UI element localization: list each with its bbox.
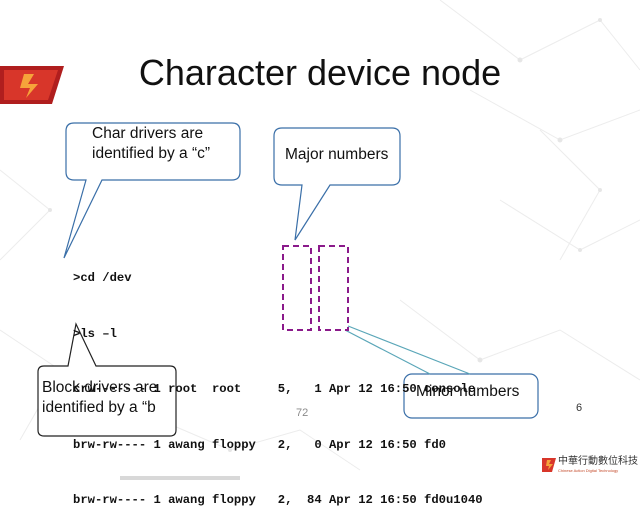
company-name: 中華行動數位科技 xyxy=(558,456,638,467)
page-number: 72 xyxy=(296,407,309,419)
terminal-line: brw-rw---- 1 awang floppy 2, 84 Apr 12 1… xyxy=(73,493,483,507)
footer-bar xyxy=(120,476,240,480)
company-logo-icon xyxy=(542,458,556,472)
terminal-line: crw------- 1 root root 5, 1 Apr 12 16:50… xyxy=(73,382,476,396)
terminal-output: >cd /dev >ls –l crw------- 1 root root 5… xyxy=(73,232,483,528)
major-numbers-text: Major numbers xyxy=(285,146,389,163)
slide-title: Character device node xyxy=(138,52,502,93)
terminal-line: >cd /dev xyxy=(73,271,132,285)
terminal-line: brw-rw---- 1 awang floppy 2, 0 Apr 12 16… xyxy=(73,437,446,452)
company-subtitle: Chinese Action Digital Technology xyxy=(558,468,619,473)
slide-number: 6 xyxy=(576,402,583,414)
char-drivers-text: Char drivers are identified by a “c” xyxy=(92,125,211,162)
terminal-line: >ls –l xyxy=(73,326,117,341)
